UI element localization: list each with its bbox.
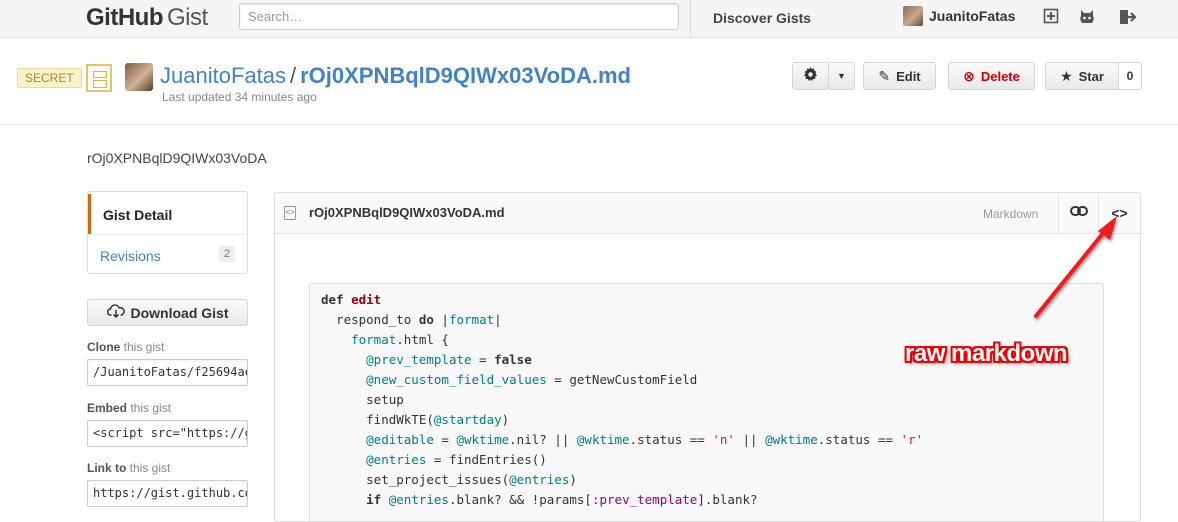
delete-circle-icon: ⊗ bbox=[963, 67, 975, 84]
owner-avatar[interactable] bbox=[125, 63, 153, 91]
edit-button[interactable]: ✎ Edit bbox=[863, 62, 936, 90]
code-line: @editable = @wktime.nil? || @wktime.stat… bbox=[366, 432, 924, 447]
permalink-button[interactable] bbox=[1058, 193, 1098, 233]
file-name[interactable]: rOj0XPNBqlD9QIWx03VoDA.md bbox=[309, 205, 505, 220]
star-label: Star bbox=[1078, 68, 1104, 84]
code-line: respond_to do |format| bbox=[321, 312, 502, 327]
search-input[interactable]: Search… bbox=[239, 3, 679, 30]
gist-icon bbox=[86, 64, 112, 92]
top-bar: GitHub Gist Search… Discover Gists Juanit… bbox=[0, 0, 1178, 38]
code-line: if @entries.blank? && !params[:prev_temp… bbox=[366, 492, 758, 507]
code-line: findWkTE(@startday) bbox=[321, 412, 510, 427]
markdown-code-block: def edit respond_to do |format| format.h… bbox=[309, 283, 1104, 521]
nav-item-revisions[interactable]: Revisions 2 bbox=[88, 234, 247, 274]
logo-gist-text: Gist bbox=[166, 4, 208, 31]
revisions-count: 2 bbox=[218, 246, 235, 262]
gist-description: rOj0XPNBqlD9QIWx03VoDA bbox=[87, 150, 267, 166]
code-brackets-icon: <> bbox=[1111, 205, 1128, 221]
nav-label: Gist Detail bbox=[103, 207, 173, 223]
user-menu[interactable]: JuanitoFatas bbox=[903, 6, 1015, 26]
discover-gists-link[interactable]: Discover Gists bbox=[713, 10, 811, 26]
logo-github-text: GitHub bbox=[86, 4, 163, 31]
last-updated: Last updated 34 minutes ago bbox=[162, 90, 317, 104]
title-separator: / bbox=[289, 63, 297, 88]
star-button[interactable]: ★ Star bbox=[1045, 62, 1119, 90]
pencil-icon: ✎ bbox=[878, 67, 891, 84]
octocat-icon[interactable] bbox=[1078, 8, 1096, 26]
nav-item-gist-detail[interactable]: Gist Detail bbox=[88, 194, 247, 234]
owner-link[interactable]: JuanitoFatas bbox=[160, 63, 286, 88]
file-header: <> rOj0XPNBqlD9QIWx03VoDA.md Markdown <> bbox=[275, 193, 1140, 234]
gist-filename-link[interactable]: rOj0XPNBqlD9QIWx03VoDA.md bbox=[300, 63, 631, 88]
new-gist-icon[interactable] bbox=[1042, 8, 1060, 26]
link-url-field[interactable]: https://gist.github.com bbox=[87, 480, 248, 507]
file-code-icon: <> bbox=[284, 206, 296, 220]
link-label: Link to this gist bbox=[87, 461, 171, 475]
code-line: @entries = findEntries() bbox=[366, 452, 547, 467]
download-cloud-icon bbox=[106, 304, 125, 321]
edit-label: Edit bbox=[896, 68, 921, 84]
gist-title: JuanitoFatas / rOj0XPNBqlD9QIWx03VoDA.md bbox=[160, 63, 631, 89]
settings-dropdown-button[interactable]: ▼ bbox=[828, 62, 855, 90]
nav-label: Revisions bbox=[100, 248, 161, 264]
download-gist-button[interactable]: Download Gist bbox=[87, 299, 248, 326]
star-icon: ★ bbox=[1060, 67, 1073, 84]
gear-icon bbox=[803, 67, 818, 85]
code-line: setup bbox=[321, 392, 404, 407]
code-line: set_project_issues(@entries) bbox=[321, 472, 577, 487]
delete-button[interactable]: ⊗ Delete bbox=[948, 62, 1035, 90]
avatar bbox=[903, 6, 923, 26]
secret-badge: SECRET bbox=[17, 68, 82, 88]
raw-markdown-annotation: raw markdown bbox=[905, 340, 1068, 367]
embed-code-field[interactable]: <script src="https://g bbox=[87, 420, 248, 447]
download-label: Download Gist bbox=[130, 304, 229, 321]
delete-label: Delete bbox=[980, 68, 1020, 84]
code-line: def edit bbox=[321, 292, 382, 307]
view-raw-button[interactable]: <> bbox=[1098, 193, 1140, 233]
settings-button[interactable] bbox=[792, 62, 829, 90]
code-line: @new_custom_field_values = getNewCustomF… bbox=[366, 372, 698, 387]
file-language: Markdown bbox=[983, 207, 1039, 221]
clone-label: Clone this gist bbox=[87, 340, 165, 354]
gist-header: SECRET JuanitoFatas / rOj0XPNBqlD9QIWx03Vo… bbox=[0, 39, 1178, 125]
embed-label: Embed this gist bbox=[87, 401, 172, 415]
clone-url-field[interactable]: /JuanitoFatas/f25694ae bbox=[87, 359, 248, 386]
caret-down-icon: ▼ bbox=[837, 71, 846, 81]
sign-out-icon[interactable] bbox=[1118, 8, 1137, 26]
link-icon bbox=[1069, 204, 1088, 222]
username: JuanitoFatas bbox=[929, 8, 1016, 24]
github-gist-logo[interactable]: GitHub Gist bbox=[86, 4, 208, 32]
star-count[interactable]: 0 bbox=[1118, 62, 1142, 90]
divider bbox=[690, 0, 691, 38]
gist-nav: Gist Detail Revisions 2 bbox=[87, 191, 248, 274]
